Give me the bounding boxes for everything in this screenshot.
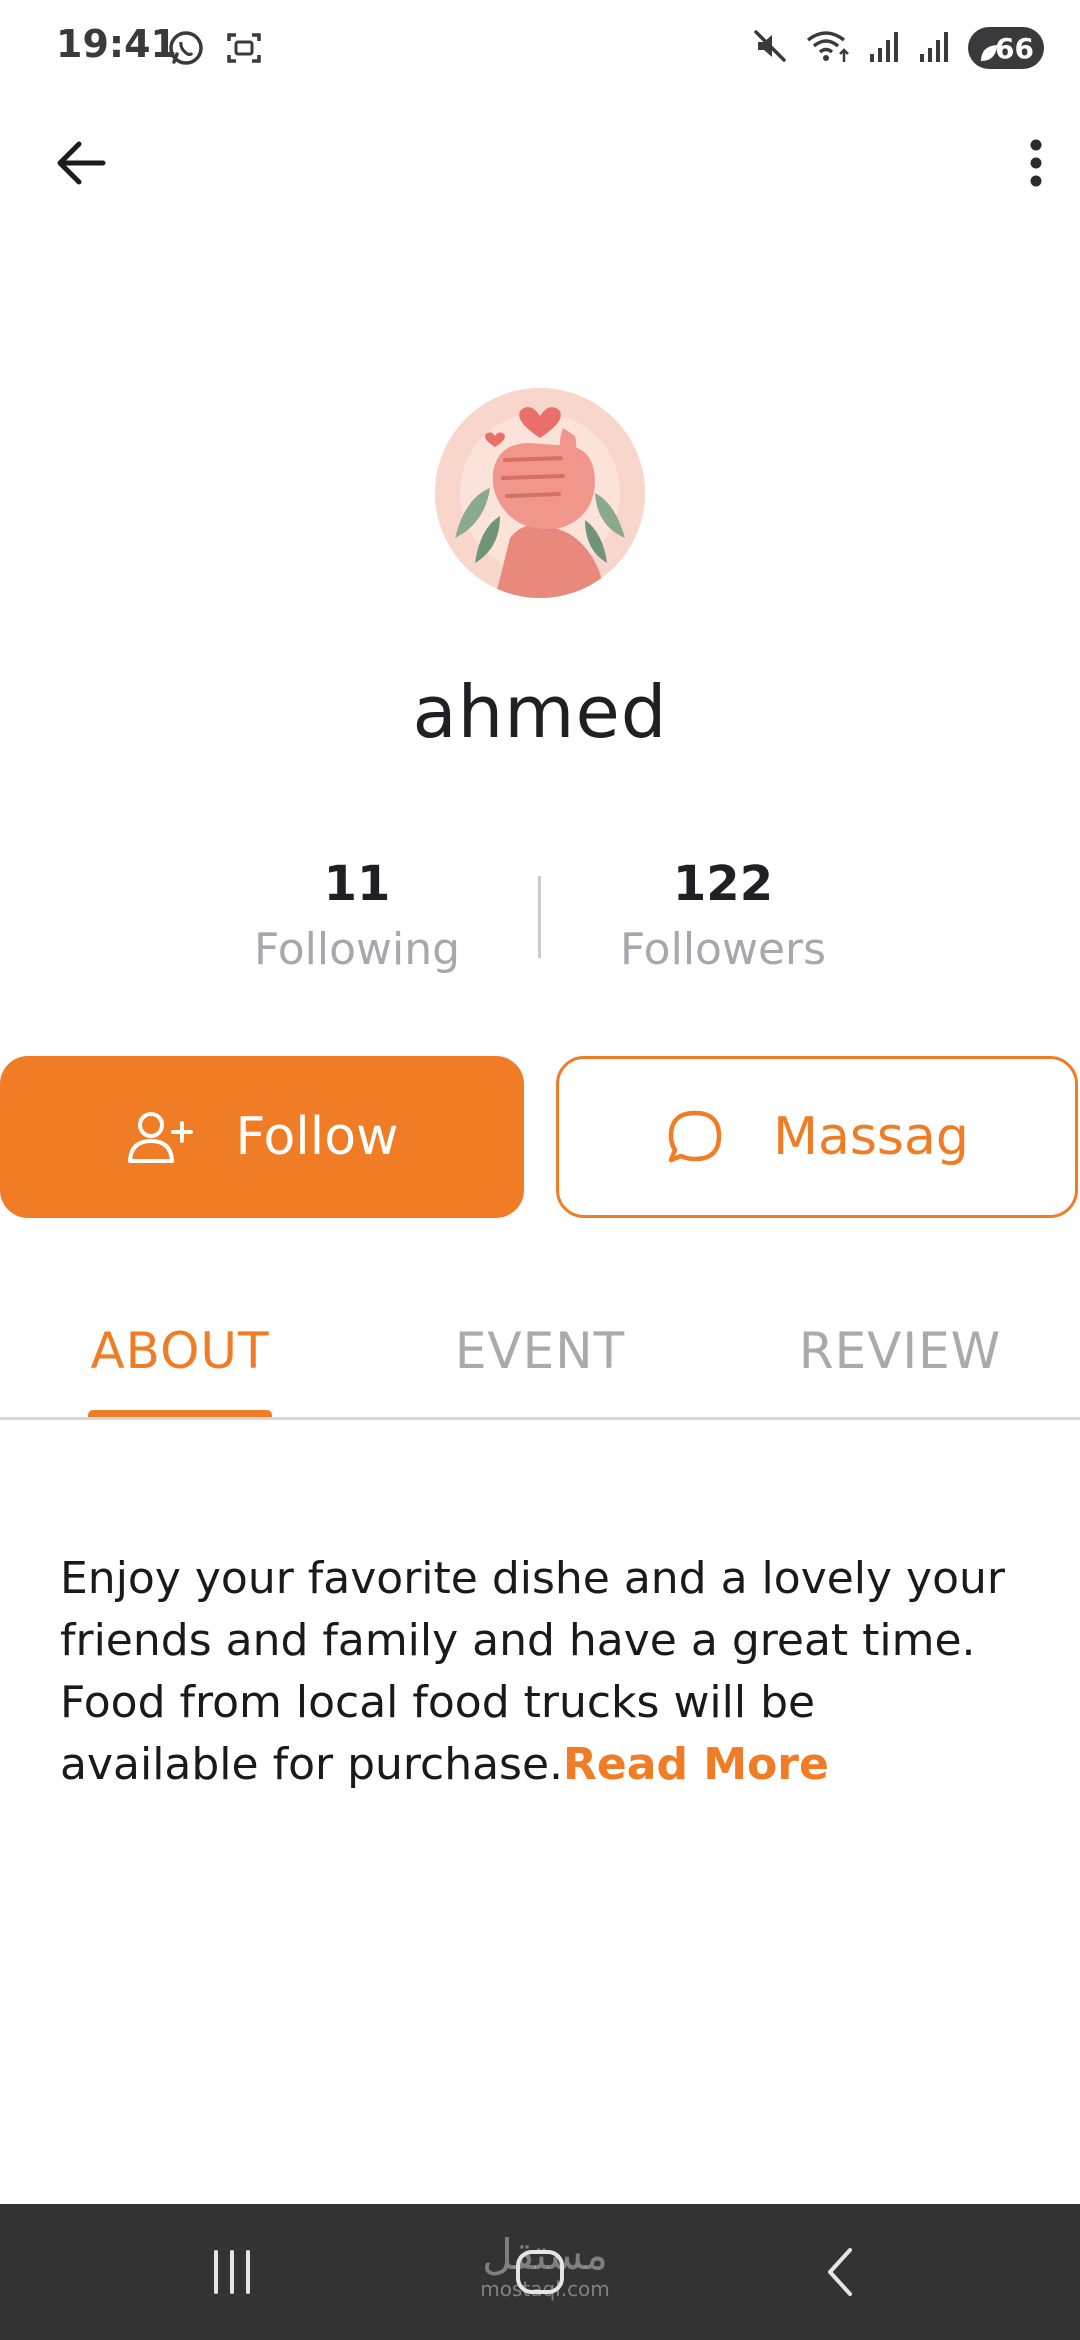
status-notification-icons [166, 28, 264, 72]
follow-button[interactable]: Follow [0, 1056, 524, 1218]
home-button[interactable] [510, 2244, 570, 2304]
system-navigation-bar: مستقل mostaql.com [0, 2204, 1080, 2340]
about-text: Enjoy your favorite dishe and a lovely y… [60, 1548, 1020, 1796]
power-saving-icon [978, 38, 1000, 71]
stats-divider [538, 876, 541, 958]
followers-label: Followers [619, 924, 827, 975]
battery-level: 66 [995, 31, 1034, 65]
arrow-left-icon [57, 141, 106, 185]
hands-heart-illustration [435, 388, 645, 598]
tabs-divider [0, 1417, 1080, 1420]
status-time: 19:41 [56, 22, 177, 66]
followers-count: 122 [672, 856, 774, 912]
user-plus-icon [128, 1112, 194, 1163]
profile-tabs: ABOUT EVENT REVIEW [0, 1300, 1080, 1420]
chat-bubble-icon [668, 1110, 722, 1163]
following-stat[interactable]: 11 Following [207, 856, 507, 976]
following-label: Following [253, 924, 461, 975]
tab-review[interactable]: REVIEW [720, 1322, 1080, 1380]
more-options-button[interactable] [1006, 128, 1066, 198]
status-bar: 19:41 66 [0, 0, 1080, 100]
profile-screen: 19:41 66 ahmed 11 Following 122 Follower… [0, 0, 1080, 2340]
message-button[interactable]: Massag [556, 1056, 1078, 1218]
home-icon [516, 2250, 564, 2294]
read-more-link[interactable]: Read More [563, 1739, 829, 1790]
wifi-icon [804, 26, 852, 70]
signal-icon [868, 26, 902, 70]
back-button[interactable] [46, 128, 116, 198]
battery-indicator: 66 [968, 27, 1044, 69]
tab-event[interactable]: EVENT [360, 1322, 720, 1380]
tab-about[interactable]: ABOUT [0, 1322, 360, 1380]
avatar [435, 388, 645, 598]
followers-stat[interactable]: 122 Followers [573, 856, 873, 976]
recents-button[interactable] [208, 2248, 256, 2300]
follow-label: Follow [235, 1107, 399, 1167]
more-vertical-icon [1030, 139, 1042, 187]
about-body: Enjoy your favorite dishe and a lovely y… [60, 1553, 1005, 1790]
mute-icon [752, 26, 788, 70]
recents-icon [214, 2250, 250, 2294]
screenshot-icon [224, 28, 264, 72]
following-count: 11 [323, 856, 391, 912]
message-label: Massag [773, 1107, 969, 1167]
signal-icon [918, 26, 952, 70]
chevron-left-icon [828, 2248, 852, 2296]
profile-name: ahmed [412, 670, 668, 754]
whatsapp-icon [166, 28, 206, 72]
system-back-button[interactable] [820, 2244, 860, 2304]
status-system-icons: 66 [752, 26, 1044, 70]
